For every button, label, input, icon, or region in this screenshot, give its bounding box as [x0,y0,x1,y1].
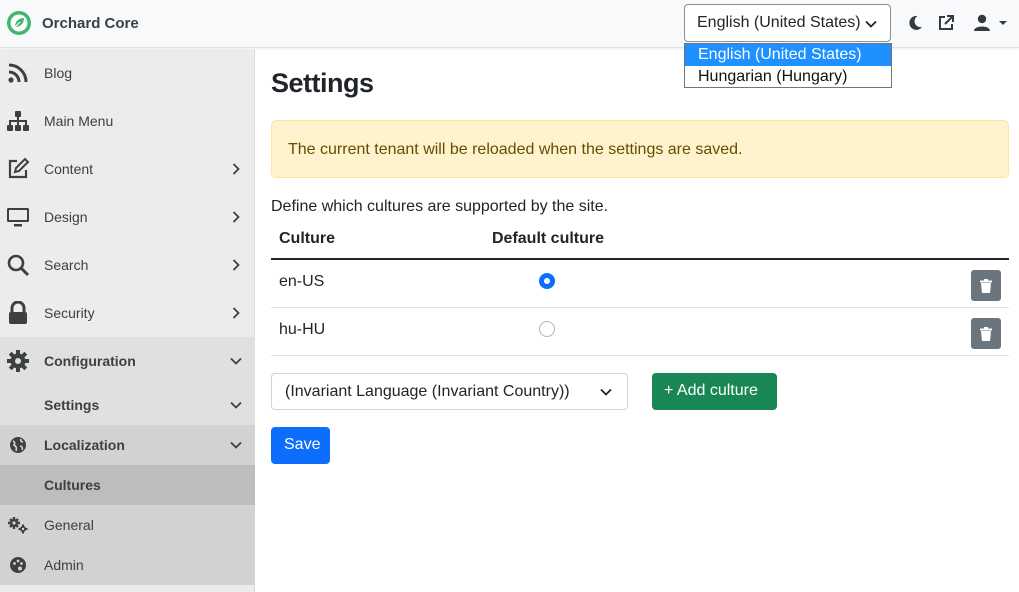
chevron-down-icon [230,401,242,409]
sidebar-item-label: Design [44,209,88,225]
language-select[interactable]: English (United States) [684,4,891,42]
chevron-down-icon [865,20,877,28]
save-button[interactable]: Save [271,427,330,464]
sidebar-item-cultures[interactable]: Cultures [0,473,255,497]
chevron-down-icon [230,357,242,365]
page-title: Settings [271,68,374,98]
sidebar-item-label: Security [44,305,95,321]
sidebar: Blog Main Menu Content Design Search Sec… [0,49,255,592]
sidebar-item-label: Configuration [44,353,136,369]
table-row: en-US [271,260,1009,308]
sidebar-item-label: Main Menu [44,113,114,129]
sidebar-item-design[interactable]: Design [0,205,255,229]
chevron-right-icon [232,307,240,319]
delete-button[interactable] [971,270,1001,301]
rss-icon [8,63,28,83]
search-icon [7,254,30,277]
external-link-icon[interactable] [936,13,956,33]
trash-icon [980,326,992,341]
sidebar-item-label: Localization [44,437,125,453]
table-header: Culture Default culture [271,222,1009,260]
sidebar-item-label: Admin [44,557,84,573]
chevron-right-icon [232,211,240,223]
warning-alert: The current tenant will be reloaded when… [271,120,1009,178]
sidebar-item-security[interactable]: Security [0,301,255,325]
culture-cell: hu-HU [279,321,326,338]
sidebar-item-label: Cultures [44,477,101,493]
language-options-list: English (United States) Hungarian (Hunga… [684,43,892,88]
culture-select[interactable]: (Invariant Language (Invariant Country)) [271,373,628,410]
cogs-icon [8,517,28,534]
sidebar-item-label: Blog [44,65,73,81]
sitemap-icon [7,111,29,131]
top-navbar: Orchard Core English (United States) [0,0,1019,48]
monitor-icon [7,208,29,227]
culture-select-value: (Invariant Language (Invariant Country)) [285,383,570,400]
description-text: Define which cultures are supported by t… [271,198,609,215]
lock-icon [9,301,27,324]
brand-name[interactable]: Orchard Core [42,15,139,32]
edit-icon [8,157,30,179]
orchard-logo-icon [7,11,31,35]
add-culture-button[interactable]: + Add culture [652,373,777,410]
palette-icon [10,557,26,573]
chevron-down-icon [600,388,612,396]
delete-button[interactable] [971,318,1001,349]
moon-icon[interactable] [905,13,925,33]
globe-icon [10,437,26,453]
sidebar-item-general[interactable]: General [0,513,255,537]
language-option[interactable]: English (United States) [685,44,891,66]
default-culture-radio[interactable] [539,273,555,289]
language-option[interactable]: Hungarian (Hungary) [685,66,891,88]
column-header-culture: Culture [279,230,335,247]
sidebar-item-label: Content [44,161,94,177]
user-icon[interactable] [972,13,992,33]
table-row: hu-HU [271,308,1009,356]
culture-cell: en-US [279,273,325,290]
language-select-value: English (United States) [697,14,861,31]
column-header-default-culture: Default culture [492,230,605,247]
sidebar-item-search[interactable]: Search [0,253,255,277]
sidebar-item-label: Search [44,257,89,273]
sidebar-item-admin[interactable]: Admin [0,553,255,577]
chevron-down-icon [230,441,242,449]
caret-down-icon[interactable] [997,13,1009,33]
sidebar-item-label: Settings [44,397,100,413]
sidebar-item-settings[interactable]: Settings [0,393,255,417]
sidebar-item-blog[interactable]: Blog [0,61,255,85]
trash-icon [980,278,992,293]
cog-icon [7,350,29,372]
chevron-right-icon [232,259,240,271]
sidebar-item-localization[interactable]: Localization [0,433,255,457]
sidebar-item-main-menu[interactable]: Main Menu [0,109,255,133]
default-culture-radio[interactable] [539,321,555,337]
brand[interactable]: Orchard Core [6,10,139,36]
sidebar-item-configuration[interactable]: Configuration [0,349,255,373]
sidebar-item-content[interactable]: Content [0,157,255,181]
chevron-right-icon [232,163,240,175]
sidebar-item-label: General [44,517,94,533]
